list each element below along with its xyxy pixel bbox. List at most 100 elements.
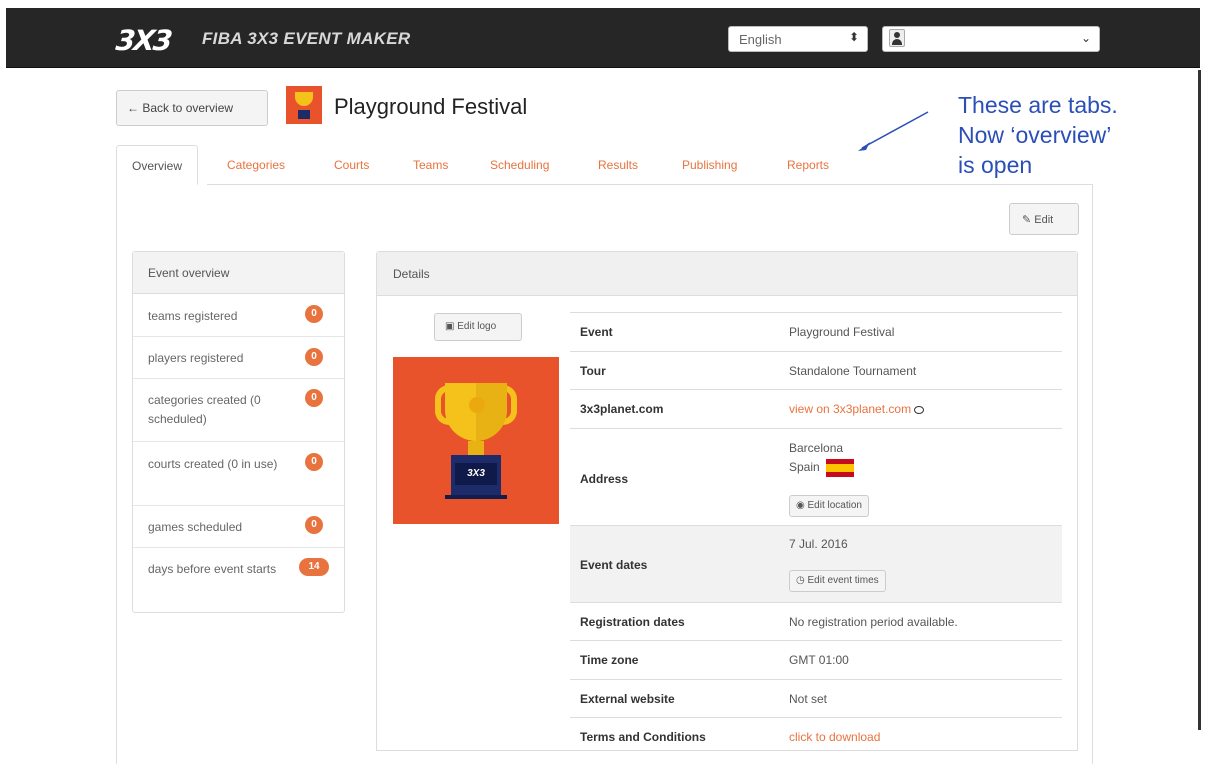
select-arrows-icon: ⬍ <box>848 30 859 44</box>
event-overview-title: Event overview <box>133 252 344 294</box>
count-badge: 0 <box>305 389 323 407</box>
table-row: Event dates 7 Jul. 2016 ◷ Edit event tim… <box>570 526 1062 603</box>
detail-value: Standalone Tournament <box>789 364 917 378</box>
detail-value: 7 Jul. 2016 <box>789 537 848 551</box>
scrollbar[interactable] <box>1198 70 1201 730</box>
detail-key: Event <box>580 325 613 339</box>
count-badge: 0 <box>305 305 323 323</box>
tab-categories[interactable]: Categories <box>227 145 285 185</box>
event-logo-image: 3X3 <box>393 357 559 524</box>
table-row: Event Playground Festival <box>570 313 1062 352</box>
list-item: days before event starts 14 <box>133 548 344 612</box>
fiba-3x3-logo[interactable]: 3X3 <box>114 24 172 57</box>
list-item: categories created (0 scheduled) 0 <box>133 379 344 442</box>
image-icon: ▣ <box>445 321 455 332</box>
table-row: Terms and Conditions click to download <box>570 718 1062 750</box>
details-title: Details <box>377 252 1077 296</box>
trophy-coin <box>469 397 485 413</box>
edit-logo-label: Edit logo <box>457 321 497 332</box>
list-item: teams registered 0 <box>133 294 344 337</box>
table-row: Registration dates No registration perio… <box>570 603 1062 641</box>
annotation-line: Now ‘overview’ <box>958 122 1112 148</box>
overview-item-label: categories created (0 scheduled) <box>148 393 261 426</box>
trophy-base <box>298 110 310 119</box>
detail-value: Not set <box>789 692 828 706</box>
detail-value: Spain <box>789 460 820 475</box>
count-badge: 0 <box>305 516 323 534</box>
tab-reports[interactable]: Reports <box>787 145 829 185</box>
view-on-3x3planet-link[interactable]: view on 3x3planet.com <box>789 402 925 416</box>
table-row: 3x3planet.com view on 3x3planet.com <box>570 390 1062 429</box>
event-overview-card: Event overview teams registered 0 player… <box>132 251 345 613</box>
tab-overview[interactable]: Overview <box>116 145 199 185</box>
frame-left <box>0 0 6 747</box>
detail-key: External website <box>580 692 675 706</box>
detail-key: Registration dates <box>580 615 685 629</box>
detail-key: 3x3planet.com <box>580 402 664 416</box>
table-row: External website Not set <box>570 680 1062 718</box>
count-badge: 14 <box>299 558 329 576</box>
count-badge: 0 <box>305 348 323 366</box>
list-item: games scheduled 0 <box>133 506 344 548</box>
annotation-arrow <box>858 111 929 151</box>
tab-results[interactable]: Results <box>598 145 638 185</box>
edit-event-times-button[interactable]: ◷ Edit event times <box>789 570 886 592</box>
details-table: Event Playground Festival Tour Standalon… <box>570 312 1062 750</box>
overview-item-label: days before event starts <box>148 562 277 576</box>
app-brand-name: FIBA 3X3 EVENT MAKER <box>202 29 411 48</box>
detail-value: No registration period available. <box>789 615 958 629</box>
trophy-3x3-label: 3X3 <box>455 463 497 485</box>
user-icon <box>889 29 905 47</box>
annotation-line: is open <box>958 152 1033 178</box>
edit-location-label: Edit location <box>807 500 862 511</box>
address-country: Spain <box>789 459 854 477</box>
trophy-stem <box>468 441 484 455</box>
event-tabs: Overview Categories Courts Teams Schedul… <box>116 145 880 185</box>
edit-event-times-label: Edit event times <box>807 575 879 586</box>
count-badge: 0 <box>305 453 323 471</box>
spain-flag-icon <box>825 459 854 477</box>
terms-download-link[interactable]: click to download <box>789 730 880 744</box>
language-select[interactable]: English ⬍ <box>728 26 868 52</box>
detail-key: Time zone <box>580 653 639 667</box>
chevron-down-icon: ⌄ <box>1080 31 1091 45</box>
overview-item-label: players registered <box>148 351 244 365</box>
detail-value: GMT 01:00 <box>789 653 849 667</box>
overview-item-label: games scheduled <box>148 520 243 534</box>
overview-item-label: courts created (0 in use) <box>148 457 278 471</box>
annotation-line: These are tabs. <box>958 92 1118 118</box>
tab-publishing[interactable]: Publishing <box>682 145 737 185</box>
eye-icon <box>914 405 925 414</box>
globe-icon: ◉ <box>796 500 805 511</box>
table-row: Time zone GMT 01:00 <box>570 641 1062 680</box>
detail-key: Event dates <box>580 558 648 572</box>
edit-location-button[interactable]: ◉ Edit location <box>789 495 869 517</box>
table-row: Address Barcelona Spain ◉ Edit location <box>570 429 1062 526</box>
list-item: courts created (0 in use) 0 <box>133 442 344 506</box>
page-title: Playground Festival <box>334 94 528 119</box>
detail-value: Barcelona <box>789 441 844 455</box>
pencil-icon: ✎ <box>1022 214 1032 226</box>
tab-scheduling[interactable]: Scheduling <box>490 145 549 185</box>
edit-event-button[interactable]: ✎ Edit <box>1009 203 1079 235</box>
trophy-icon <box>295 92 313 106</box>
top-navbar: 3X3 FIBA 3X3 EVENT MAKER English ⬍ ⌄ <box>6 8 1200 68</box>
trophy-foot <box>445 495 507 499</box>
detail-value: Playground Festival <box>789 325 895 339</box>
tab-teams[interactable]: Teams <box>413 145 448 185</box>
detail-key: Terms and Conditions <box>580 730 706 744</box>
clock-icon: ◷ <box>796 575 805 586</box>
annotation-note: These are tabs. Now ‘overview’ is open <box>958 90 1198 180</box>
edit-logo-button[interactable]: ▣ Edit logo <box>434 313 522 341</box>
detail-key: Address <box>580 472 629 486</box>
edit-event-label: Edit <box>1034 214 1054 226</box>
tab-courts[interactable]: Courts <box>334 145 369 185</box>
overview-item-label: teams registered <box>148 309 238 323</box>
table-row: Tour Standalone Tournament <box>570 352 1062 390</box>
user-menu-select[interactable]: ⌄ <box>882 26 1100 52</box>
event-logo-thumbnail <box>286 86 322 124</box>
list-item: players registered 0 <box>133 337 344 379</box>
detail-link-text: view on 3x3planet.com <box>789 402 912 416</box>
language-select-value: English <box>739 32 782 47</box>
back-to-overview-button[interactable]: ← Back to overview <box>116 90 268 126</box>
